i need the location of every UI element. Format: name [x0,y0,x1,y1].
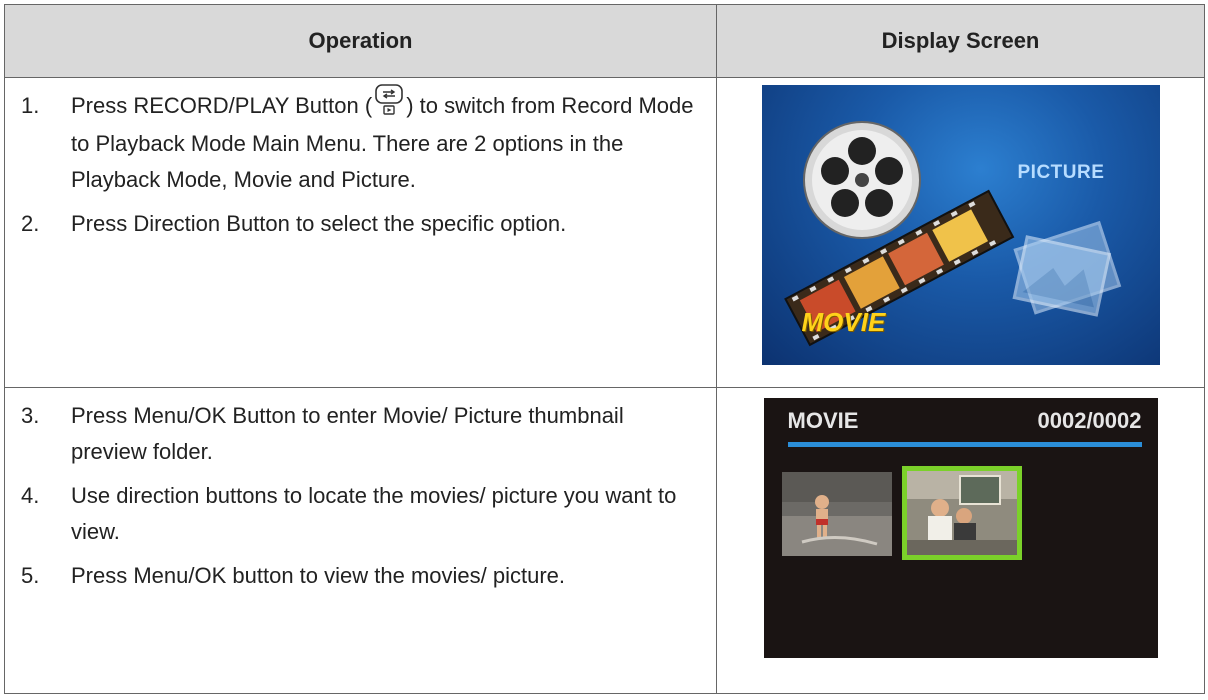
table-header-row: Operation Display Screen [4,4,1205,78]
thumbnail-selected[interactable] [901,466,1022,560]
step-item: 5. Press Menu/OK button to view the movi… [15,558,696,594]
step-text: Press RECORD/PLAY Button ( ) to switch f… [71,83,696,198]
step-text: Press Direction Button to select the spe… [71,210,567,236]
step-number: 3. [21,403,40,428]
step-text-pre: Press RECORD/PLAY Button ( [71,93,373,118]
operation-table: Operation Display Screen 1. Press RECORD… [4,4,1205,694]
header-display-screen: Display Screen [716,4,1205,78]
thumbnail-preview-screen: MOVIE 0002/0002 [763,398,1158,658]
step-number: 2. [21,210,40,236]
table-row: 1. Press RECORD/PLAY Button ( ) to switc… [4,77,1205,388]
record-play-button-icon [374,83,404,126]
step-number: 1. [21,93,40,118]
step-item: 3. Press Menu/OK Button to enter Movie/ … [15,398,696,470]
step-item: 1. Press RECORD/PLAY Button ( ) to switc… [15,83,696,198]
step-text: Press Menu/OK button to view the movies/… [71,563,566,588]
picture-option-label: PICTURE [1017,162,1105,183]
step-number: 4. [21,483,40,508]
step-list: 3. Press Menu/OK Button to enter Movie/ … [5,388,716,594]
file-counter: 0002/0002 [1037,408,1142,433]
title-underline-bar [787,442,1142,447]
table-row: 3. Press Menu/OK Button to enter Movie/ … [4,387,1205,694]
thumbnail-unselected [781,472,892,556]
step-text: Use direction buttons to locate the movi… [71,483,677,544]
display-cell: MOVIE 0002/0002 [716,387,1205,694]
movie-option-label: MOVIE [801,307,886,337]
step-number: 5. [21,563,40,588]
step-list: 1. Press RECORD/PLAY Button ( ) to switc… [5,78,716,242]
playback-main-menu-screen: PICTURE MOVIE [761,85,1160,365]
step-item: 4. Use direction buttons to locate the m… [15,478,696,550]
header-operation: Operation [4,4,717,78]
step-text: Press Menu/OK Button to enter Movie/ Pic… [71,403,624,464]
display-cell: PICTURE MOVIE [716,77,1205,388]
folder-title: MOVIE [787,408,859,433]
step-item: 2. Press Direction Button to select the … [15,206,696,242]
operation-cell: 3. Press Menu/OK Button to enter Movie/ … [4,387,717,694]
operation-cell: 1. Press RECORD/PLAY Button ( ) to switc… [4,77,717,388]
